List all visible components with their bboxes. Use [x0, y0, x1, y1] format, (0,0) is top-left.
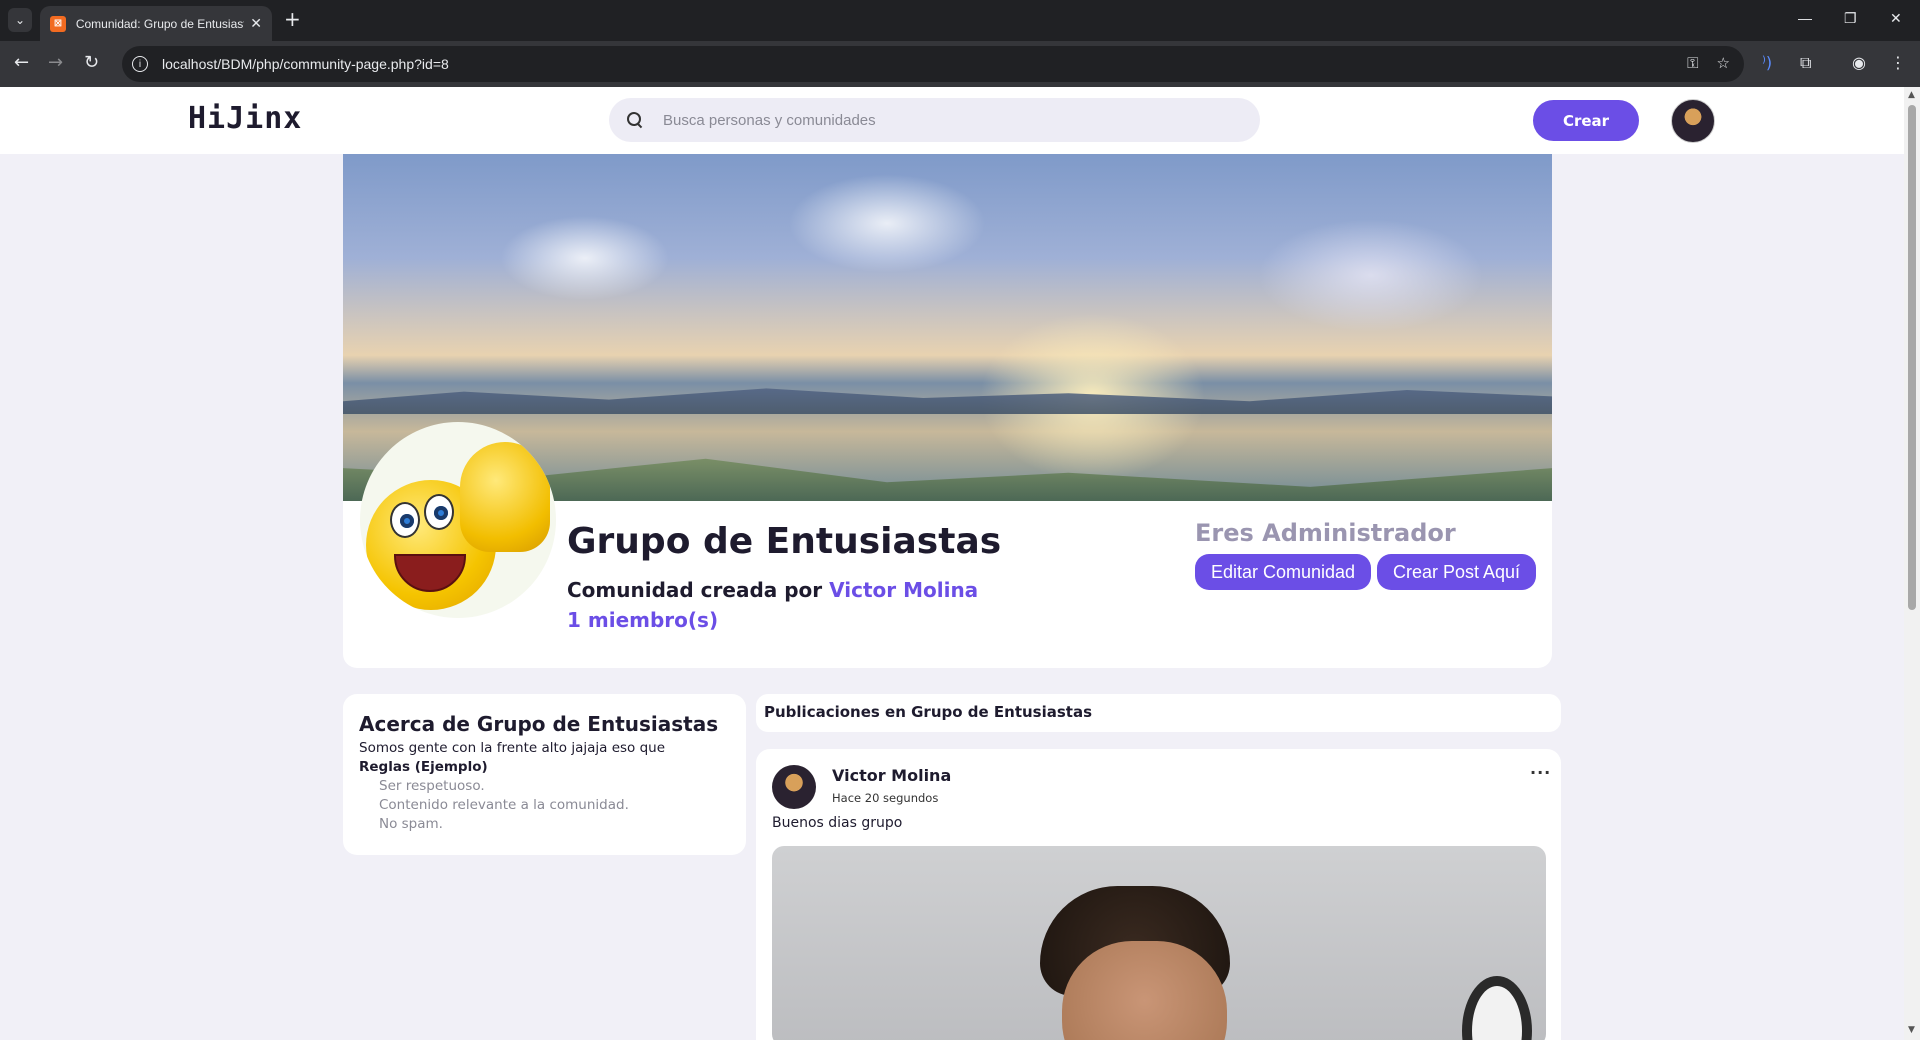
- tab-search-icon[interactable]: ⌄: [8, 8, 32, 32]
- rule-item: Ser respetuoso.: [379, 778, 485, 794]
- password-key-icon[interactable]: ⚿: [1687, 54, 1698, 72]
- community-card: Grupo de Entusiastas Comunidad creada po…: [343, 154, 1552, 668]
- rules-title: Reglas (Ejemplo): [359, 759, 488, 775]
- close-window-icon[interactable]: ✕: [1890, 10, 1902, 27]
- back-icon[interactable]: ←: [14, 53, 29, 73]
- admin-label: Eres Administrador: [1195, 519, 1456, 547]
- search-icon: [627, 112, 643, 128]
- restore-icon[interactable]: ❐: [1844, 10, 1857, 27]
- user-avatar[interactable]: [1671, 99, 1715, 143]
- scroll-thumb[interactable]: [1908, 105, 1916, 610]
- favicon-icon: ⊠: [50, 15, 66, 32]
- extension-audio-icon[interactable]: ⁾): [1762, 53, 1772, 72]
- browser-toolbar: ← → ↻ i localhost/BDM/php/community-page…: [0, 41, 1920, 87]
- post-author-name[interactable]: Victor Molina: [832, 766, 951, 785]
- site-logo[interactable]: HiJinx: [188, 101, 302, 136]
- browser-menu-icon[interactable]: ⋮: [1890, 53, 1906, 72]
- creator-link[interactable]: Victor Molina: [829, 578, 978, 602]
- tab-title: Comunidad: Grupo de Entusiastas: [75, 16, 245, 31]
- page-scrollbar[interactable]: ▲ ▼: [1904, 87, 1920, 1040]
- rule-item: No spam.: [379, 816, 443, 832]
- site-info-icon[interactable]: i: [132, 56, 148, 72]
- create-post-button[interactable]: Crear Post Aquí: [1377, 554, 1536, 590]
- reload-icon[interactable]: ↻: [84, 53, 99, 73]
- community-title: Grupo de Entusiastas: [567, 521, 1002, 562]
- site-header: HiJinx Crear: [0, 87, 1904, 154]
- browser-tab-bar: ⌄ ⊠ Comunidad: Grupo de Entusiastas ✕ + …: [0, 0, 1920, 41]
- megaphone-image: [1462, 976, 1532, 1040]
- member-count[interactable]: 1 miembro(s): [567, 608, 718, 632]
- url-text[interactable]: localhost/BDM/php/community-page.php?id=…: [162, 56, 449, 72]
- scroll-down-icon[interactable]: ▼: [1908, 1025, 1915, 1035]
- new-tab-icon[interactable]: +: [284, 9, 301, 29]
- create-button[interactable]: Crear: [1533, 100, 1639, 141]
- edit-community-button[interactable]: Editar Comunidad: [1195, 554, 1371, 590]
- post-image[interactable]: [772, 846, 1546, 1040]
- browser-tab[interactable]: ⊠ Comunidad: Grupo de Entusiastas ✕: [40, 6, 272, 41]
- about-card: Acerca de Grupo de Entusiastas Somos gen…: [343, 694, 746, 855]
- post-timestamp: Hace 20 segundos: [832, 791, 939, 805]
- about-description: Somos gente con la frente alto jajaja es…: [359, 740, 666, 756]
- post-text: Buenos dias grupo: [772, 815, 903, 831]
- community-created-by: Comunidad creada por Victor Molina: [567, 578, 978, 602]
- minimize-icon[interactable]: —: [1798, 10, 1812, 26]
- posts-header: Publicaciones en Grupo de Entusiastas: [756, 694, 1561, 732]
- address-bar[interactable]: i localhost/BDM/php/community-page.php?i…: [122, 46, 1744, 82]
- search-bar[interactable]: [609, 98, 1260, 142]
- post-options-icon[interactable]: ···: [1530, 763, 1551, 782]
- post-card: Victor Molina Hace 20 segundos ··· Bueno…: [756, 749, 1561, 1040]
- bookmark-star-icon[interactable]: ☆: [1717, 54, 1730, 72]
- community-avatar-image: [360, 422, 556, 618]
- forward-icon[interactable]: →: [48, 53, 63, 73]
- tab-close-icon[interactable]: ✕: [250, 16, 262, 32]
- created-by-label: Comunidad creada por: [567, 578, 823, 602]
- search-input[interactable]: [663, 111, 1223, 129]
- profile-icon[interactable]: ◉: [1852, 53, 1866, 72]
- scroll-up-icon[interactable]: ▲: [1908, 90, 1915, 100]
- about-title: Acerca de Grupo de Entusiastas: [359, 712, 719, 736]
- post-author-avatar[interactable]: [772, 765, 816, 809]
- rule-item: Contenido relevante a la comunidad.: [379, 797, 629, 813]
- extensions-puzzle-icon[interactable]: ⧉: [1800, 53, 1811, 73]
